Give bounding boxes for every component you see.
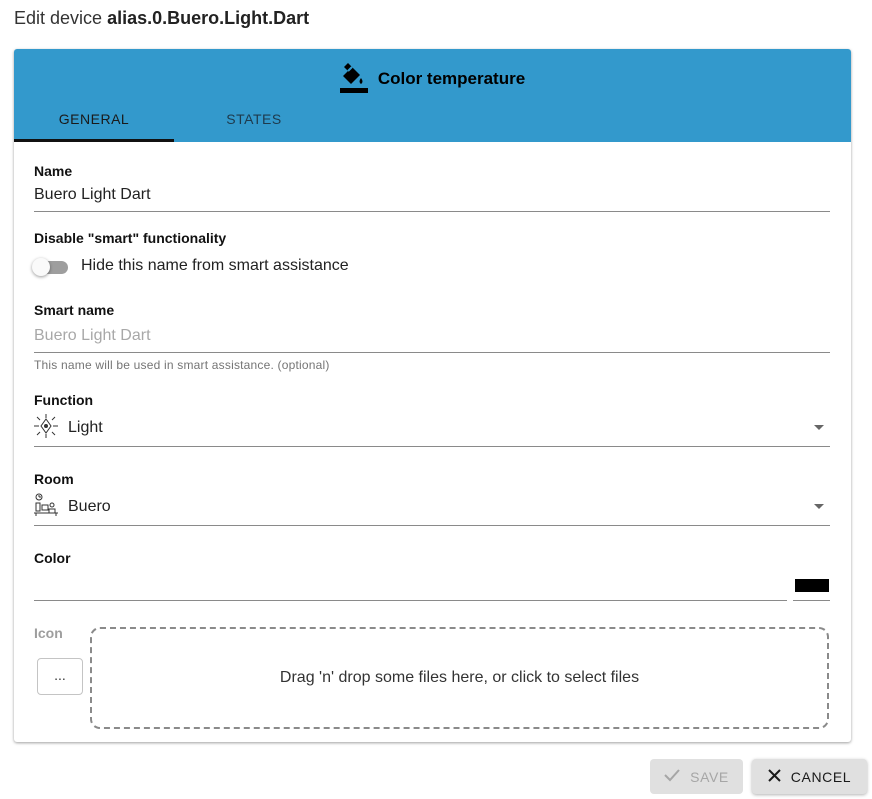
smart-name-underline bbox=[34, 352, 830, 353]
room-underline bbox=[34, 525, 830, 526]
function-select[interactable]: Light bbox=[34, 413, 830, 443]
edit-device-card: Color temperature GENERAL STATES Name Bu… bbox=[14, 49, 851, 742]
header-title: Color temperature bbox=[377, 69, 526, 88]
function-value: Light bbox=[68, 419, 103, 436]
room-select[interactable]: Buero bbox=[34, 493, 830, 522]
name-underline bbox=[34, 211, 830, 212]
light-sparkle-icon bbox=[34, 413, 58, 443]
tab-general[interactable]: GENERAL bbox=[14, 111, 174, 142]
function-dropdown-arrow-icon[interactable] bbox=[814, 425, 824, 430]
icon-browse-button[interactable]: ... bbox=[37, 658, 83, 695]
save-button[interactable]: SAVE bbox=[650, 759, 743, 794]
color-swatch[interactable] bbox=[795, 579, 829, 592]
tab-states[interactable]: STATES bbox=[174, 111, 334, 142]
icon-label: Icon bbox=[34, 625, 63, 641]
card-header: Color temperature GENERAL STATES bbox=[14, 49, 851, 142]
name-input[interactable]: Buero Light Dart bbox=[34, 186, 151, 204]
smart-name-input[interactable]: Buero Light Dart bbox=[34, 327, 151, 345]
smart-name-label: Smart name bbox=[34, 302, 115, 318]
color-input[interactable] bbox=[34, 600, 787, 601]
dialog-title-prefix: Edit device bbox=[14, 8, 103, 28]
name-label: Name bbox=[34, 163, 73, 179]
icon-dropzone[interactable]: Drag 'n' drop some files here, or click … bbox=[90, 627, 829, 729]
smart-name-helper: This name will be used in smart assistan… bbox=[34, 358, 330, 372]
room-value: Buero bbox=[68, 498, 111, 515]
color-label: Color bbox=[34, 550, 71, 566]
check-icon bbox=[664, 768, 680, 785]
color-swatch-underline bbox=[793, 600, 830, 601]
paint-bucket-icon bbox=[339, 61, 368, 98]
device-id: alias.0.Buero.Light.Dart bbox=[107, 8, 310, 28]
hide-name-switch[interactable] bbox=[32, 257, 70, 277]
tab-indicator bbox=[14, 139, 174, 142]
office-desk-icon bbox=[34, 493, 58, 522]
dropzone-text: Drag 'n' drop some files here, or click … bbox=[279, 669, 640, 686]
room-dropdown-arrow-icon[interactable] bbox=[814, 504, 824, 509]
dialog-title: Edit device alias.0.Buero.Light.Dart bbox=[14, 8, 309, 29]
hide-name-switch-label[interactable]: Hide this name from smart assistance bbox=[81, 257, 349, 275]
save-button-label: SAVE bbox=[690, 768, 729, 785]
function-label: Function bbox=[34, 392, 94, 408]
switch-thumb[interactable] bbox=[32, 258, 50, 276]
header-title-row: Color temperature bbox=[14, 62, 851, 94]
disable-smart-label: Disable "smart" functionality bbox=[34, 230, 227, 246]
cancel-button[interactable]: CANCEL bbox=[752, 759, 867, 794]
close-icon bbox=[768, 768, 781, 785]
room-label: Room bbox=[34, 471, 74, 487]
cancel-button-label: CANCEL bbox=[790, 768, 852, 785]
function-underline bbox=[34, 446, 830, 447]
